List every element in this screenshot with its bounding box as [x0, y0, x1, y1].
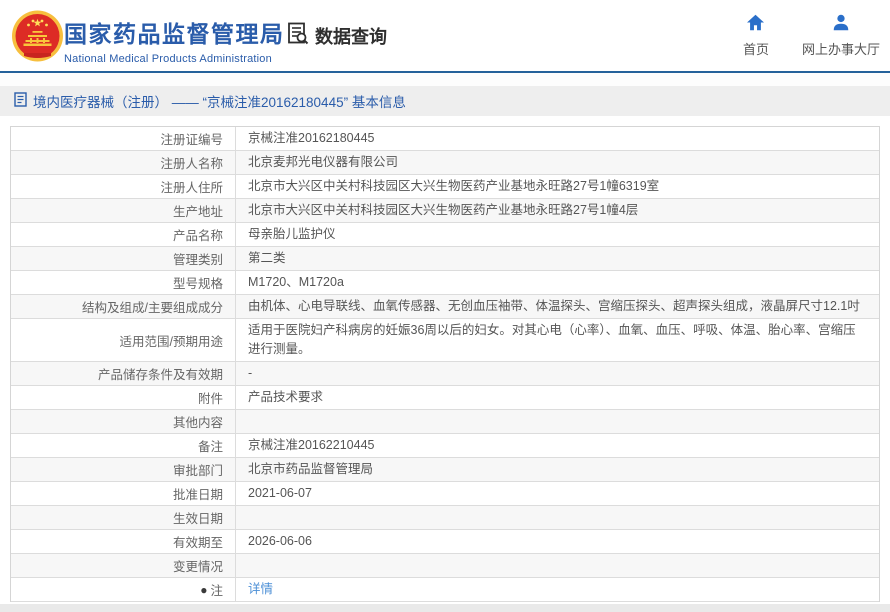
- table-row: 审批部门 北京市药品监督管理局: [11, 458, 879, 482]
- top-nav: 首页 网上办事大厅: [736, 14, 880, 58]
- footer-strip: [0, 604, 890, 612]
- nmpa-emblem-icon: [10, 9, 65, 69]
- row-label: ● 注: [11, 578, 236, 601]
- row-label: 注册人名称: [11, 151, 236, 174]
- row-value: 母亲胎儿监护仪: [248, 227, 336, 241]
- nav-service-hall[interactable]: 网上办事大厅: [802, 14, 880, 58]
- table-row: 型号规格 M1720、M1720a: [11, 271, 879, 295]
- row-label: 适用范围/预期用途: [11, 319, 236, 361]
- row-label: 变更情况: [11, 554, 236, 577]
- document-icon: [14, 92, 27, 110]
- site-logo: 国家药品监督管理局 National Medical Products Admi…: [64, 15, 285, 65]
- table-row: 管理类别 第二类: [11, 247, 879, 271]
- table-row: 结构及组成/主要组成成分 由机体、心电导联线、血氧传感器、无创血压袖带、体温探头、…: [11, 295, 879, 319]
- row-value: [236, 410, 879, 433]
- row-label: 批准日期: [11, 482, 236, 505]
- table-row: 批准日期 2021-06-07: [11, 482, 879, 506]
- row-label: 附件: [11, 386, 236, 409]
- row-value: 由机体、心电导联线、血氧传感器、无创血压袖带、体温探头、宫缩压探头、超声探头组成…: [248, 299, 860, 313]
- row-value: 2021-06-07: [248, 486, 312, 500]
- registration-info-table: 注册证编号 京械注准20162180445 注册人名称 北京麦邦光电仪器有限公司 注…: [10, 126, 880, 602]
- row-value: M1720、M1720a: [248, 275, 344, 289]
- table-row: 有效期至 2026-06-06: [11, 530, 879, 554]
- nav-home-label: 首页: [742, 42, 769, 57]
- row-label: 管理类别: [11, 247, 236, 270]
- site-subtitle: National Medical Products Administration: [64, 53, 272, 65]
- breadcrumb: 境内医疗器械（注册） —— “京械注准20162180445” 基本信息: [0, 86, 890, 116]
- table-row: 附件 产品技术要求: [11, 386, 879, 410]
- row-value: 第二类: [248, 251, 286, 265]
- row-label: 型号规格: [11, 271, 236, 294]
- nav-home[interactable]: 首页: [736, 14, 776, 58]
- row-value: 北京市药品监督管理局: [248, 462, 374, 476]
- table-row: 备注 京械注准20162210445: [11, 434, 879, 458]
- row-label: 其他内容: [11, 410, 236, 433]
- row-label: 生效日期: [11, 506, 236, 529]
- page-header: 国家药品监督管理局 National Medical Products Admi…: [0, 0, 890, 73]
- row-value: 详情: [236, 578, 879, 601]
- row-label: 注册人住所: [11, 175, 236, 198]
- row-value: 产品技术要求: [248, 390, 324, 404]
- table-row: 产品名称 母亲胎儿监护仪: [11, 223, 879, 247]
- row-value: 北京市大兴区中关村科技园区大兴生物医药产业基地永旺路27号1幢6319室: [248, 179, 660, 193]
- table-row: 变更情况: [11, 554, 879, 578]
- row-value: 2026-06-06: [248, 534, 312, 548]
- row-label: 备注: [11, 434, 236, 457]
- header-gap: [0, 73, 890, 86]
- table-row: 生效日期: [11, 506, 879, 530]
- data-query-button[interactable]: 数据查询: [286, 21, 387, 50]
- table-row: 注册证编号 京械注准20162180445: [11, 127, 879, 151]
- row-value: [236, 554, 879, 577]
- row-value: [236, 506, 879, 529]
- row-label: 生产地址: [11, 199, 236, 222]
- site-title: 国家药品监督管理局: [64, 21, 285, 47]
- table-row: 适用范围/预期用途 适用于医院妇产科病房的妊娠36周以后的妇女。对其心电（心率）、…: [11, 319, 879, 362]
- table-row: 注册人名称 北京麦邦光电仪器有限公司: [11, 151, 879, 175]
- row-label: 结构及组成/主要组成成分: [11, 295, 236, 318]
- row-value: 北京市大兴区中关村科技园区大兴生物医药产业基地永旺路27号1幢4层: [248, 203, 639, 217]
- table-row: 生产地址 北京市大兴区中关村科技园区大兴生物医药产业基地永旺路27号1幢4层: [11, 199, 879, 223]
- row-label: 注册证编号: [11, 127, 236, 150]
- row-value: 京械注准20162180445: [248, 131, 375, 145]
- table-row: ● 注 详情: [11, 578, 879, 602]
- row-label: 有效期至: [11, 530, 236, 553]
- row-label: 审批部门: [11, 458, 236, 481]
- table-row: 注册人住所 北京市大兴区中关村科技园区大兴生物医药产业基地永旺路27号1幢6319…: [11, 175, 879, 199]
- home-icon: [746, 14, 765, 34]
- row-value: 北京麦邦光电仪器有限公司: [248, 155, 399, 169]
- data-query-label: 数据查询: [315, 26, 387, 47]
- note-icon: ●: [200, 582, 208, 597]
- row-label: 产品储存条件及有效期: [11, 362, 236, 385]
- table-row: 其他内容: [11, 410, 879, 434]
- nav-service-hall-label: 网上办事大厅: [801, 42, 880, 57]
- details-link[interactable]: 详情: [248, 580, 273, 599]
- user-icon: [832, 14, 850, 34]
- row-value: 京械注准20162210445: [248, 438, 375, 452]
- row-label: 产品名称: [11, 223, 236, 246]
- table-row: 产品储存条件及有效期 -: [11, 362, 879, 386]
- row-value: -: [248, 366, 253, 380]
- document-search-icon: [286, 21, 310, 50]
- breadcrumb-text: 境内医疗器械（注册） —— “京械注准20162180445” 基本信息: [33, 95, 406, 110]
- row-value: 适用于医院妇产科病房的妊娠36周以后的妇女。对其心电（心率）、血氧、血压、呼吸、…: [248, 323, 856, 356]
